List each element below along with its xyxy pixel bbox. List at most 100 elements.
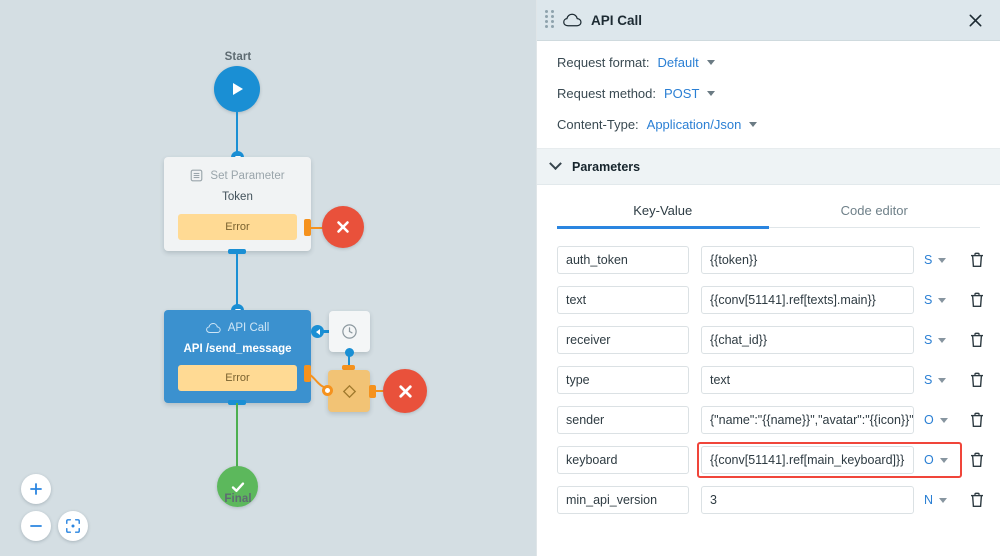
- table-row: text {{conv[51141].ref[texts].main}} S: [537, 280, 1000, 320]
- request-format-row: Request format: Default: [557, 55, 1000, 70]
- close-icon: [398, 384, 412, 398]
- parameters-section-header[interactable]: Parameters: [537, 149, 1000, 185]
- parameter-type-label: O: [924, 453, 934, 467]
- parameter-value-input[interactable]: {{token}}: [701, 246, 914, 274]
- close-panel-button[interactable]: [962, 7, 988, 33]
- fit-to-screen-button[interactable]: [58, 511, 88, 541]
- list-icon: [191, 169, 203, 182]
- chevron-down-icon[interactable]: [749, 122, 758, 127]
- delete-parameter-button[interactable]: [968, 492, 986, 508]
- parameter-key-input[interactable]: sender: [557, 406, 689, 434]
- node-start[interactable]: [214, 66, 260, 112]
- parameter-type-label: O: [924, 413, 934, 427]
- delete-parameter-button[interactable]: [968, 252, 986, 268]
- node-set-parameter-header: Set Parameter: [164, 157, 311, 182]
- clock-icon: [342, 324, 357, 339]
- edge-apicall-to-final: [236, 403, 238, 467]
- parameter-value-input[interactable]: {{conv[51141].ref[texts].main}}: [701, 286, 914, 314]
- parameter-type-select[interactable]: S: [924, 253, 960, 267]
- trash-icon: [971, 412, 983, 427]
- node-api-call[interactable]: API Call API /send_message Error: [164, 310, 311, 403]
- trash-icon: [971, 292, 983, 307]
- zoom-out-button[interactable]: [21, 511, 51, 541]
- parameter-key-input[interactable]: keyboard: [557, 446, 689, 474]
- trash-icon: [971, 452, 983, 467]
- node-label-start: Start: [224, 51, 252, 63]
- tab-key-value[interactable]: Key-Value: [557, 197, 769, 229]
- content-type-value[interactable]: Application/Json: [647, 117, 742, 132]
- flow-canvas[interactable]: Start Set Parameter Token Error API Call…: [0, 0, 536, 556]
- parameter-value-input[interactable]: {{chat_id}}: [701, 326, 914, 354]
- parameter-type-label: S: [924, 333, 933, 347]
- trash-icon: [971, 252, 983, 267]
- table-row: min_api_version 3 N: [537, 480, 1000, 520]
- parameter-value-input[interactable]: 3: [701, 486, 914, 514]
- node-set-parameter-header-label: Set Parameter: [210, 169, 285, 182]
- delete-parameter-button[interactable]: [968, 452, 986, 468]
- port-apicall-error-out[interactable]: [304, 365, 311, 382]
- node-api-call-title: API /send_message: [183, 343, 292, 355]
- node-timer[interactable]: [329, 311, 370, 352]
- chevron-down-icon[interactable]: [707, 91, 716, 96]
- parameter-key-input[interactable]: type: [557, 366, 689, 394]
- request-method-label: Request method:: [557, 86, 657, 101]
- node-api-call-error-pill[interactable]: Error: [178, 365, 297, 391]
- port-setparam-error-out[interactable]: [304, 219, 311, 236]
- parameter-key-input[interactable]: auth_token: [557, 246, 689, 274]
- parameter-value-input[interactable]: text: [701, 366, 914, 394]
- parameter-type-select[interactable]: O: [924, 413, 960, 427]
- port-condition-left-in[interactable]: [322, 385, 333, 396]
- node-label-final: Final: [224, 493, 252, 505]
- table-row: sender {"name":"{{name}}","avatar":"{{ic…: [537, 400, 1000, 440]
- parameter-value-input[interactable]: {"name":"{{name}}","avatar":"{{icon}}"}: [701, 406, 914, 434]
- parameter-type-label: S: [924, 253, 933, 267]
- delete-parameter-button[interactable]: [968, 292, 986, 308]
- node-error-1[interactable]: [322, 206, 364, 248]
- play-icon: [233, 83, 243, 95]
- request-format-value[interactable]: Default: [658, 55, 699, 70]
- parameter-type-select[interactable]: S: [924, 373, 960, 387]
- chevron-down-icon: [938, 337, 947, 343]
- request-method-value[interactable]: POST: [664, 86, 699, 101]
- table-row: auth_token {{token}} S: [537, 240, 1000, 280]
- parameter-key-input[interactable]: receiver: [557, 326, 689, 354]
- panel-header[interactable]: API Call: [537, 0, 1000, 41]
- content-type-row: Content-Type: Application/Json: [557, 117, 1000, 132]
- parameter-type-select[interactable]: S: [924, 333, 960, 347]
- tab-code-editor[interactable]: Code editor: [769, 197, 981, 227]
- close-icon: [969, 14, 981, 26]
- chevron-down-icon[interactable]: [706, 60, 715, 65]
- node-api-call-header-label: API Call: [227, 322, 270, 334]
- parameter-value-input[interactable]: {{conv[51141].ref[main_keyboard]}}: [701, 446, 914, 474]
- close-icon: [337, 221, 349, 233]
- node-properties-panel: API Call Request format: Default Request…: [536, 0, 1000, 556]
- request-method-row: Request method: POST: [557, 86, 1000, 101]
- drag-handle-icon[interactable]: [545, 10, 554, 30]
- parameter-type-select[interactable]: N: [924, 493, 960, 507]
- chevron-down-icon: [938, 297, 947, 303]
- node-api-call-header: API Call: [164, 310, 311, 334]
- delete-parameter-button[interactable]: [968, 412, 986, 428]
- parameter-key-input[interactable]: text: [557, 286, 689, 314]
- cloud-icon: [205, 323, 221, 333]
- delete-parameter-button[interactable]: [968, 372, 986, 388]
- parameter-type-select[interactable]: O: [924, 453, 960, 467]
- zoom-in-button[interactable]: [21, 474, 51, 504]
- edge-setparam-to-apicall: [236, 252, 238, 310]
- diamond-icon: [342, 384, 356, 398]
- parameters-list: auth_token {{token}} S text {{conv[51141…: [537, 228, 1000, 520]
- parameter-type-label: S: [924, 373, 933, 387]
- request-meta-block: Request format: Default Request method: …: [537, 41, 1000, 149]
- node-set-parameter-error-pill[interactable]: Error: [178, 214, 297, 240]
- node-set-parameter[interactable]: Set Parameter Token Error: [164, 157, 311, 251]
- chevron-down-icon: [938, 257, 947, 263]
- delete-parameter-button[interactable]: [968, 332, 986, 348]
- parameters-tabs: Key-Value Code editor: [557, 197, 981, 229]
- parameter-type-select[interactable]: S: [924, 293, 960, 307]
- node-error-2[interactable]: [383, 369, 427, 413]
- content-type-label: Content-Type:: [557, 117, 639, 132]
- node-set-parameter-title: Token: [222, 191, 253, 203]
- port-condition-out[interactable]: [369, 385, 376, 398]
- target-icon: [66, 519, 80, 533]
- parameter-key-input[interactable]: min_api_version: [557, 486, 689, 514]
